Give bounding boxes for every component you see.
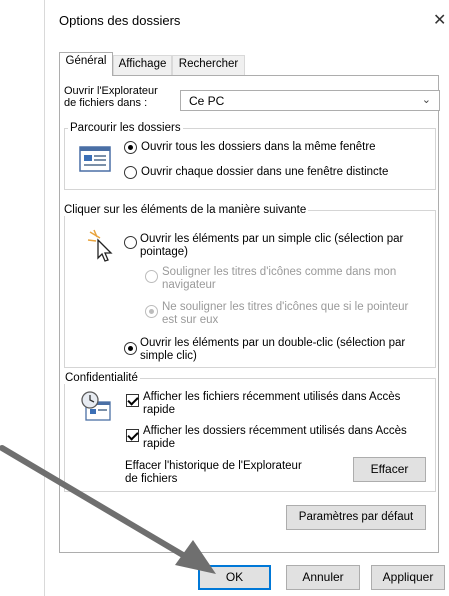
tab-general[interactable]: Général [59,52,113,76]
annotation-arrow-icon [0,445,216,574]
